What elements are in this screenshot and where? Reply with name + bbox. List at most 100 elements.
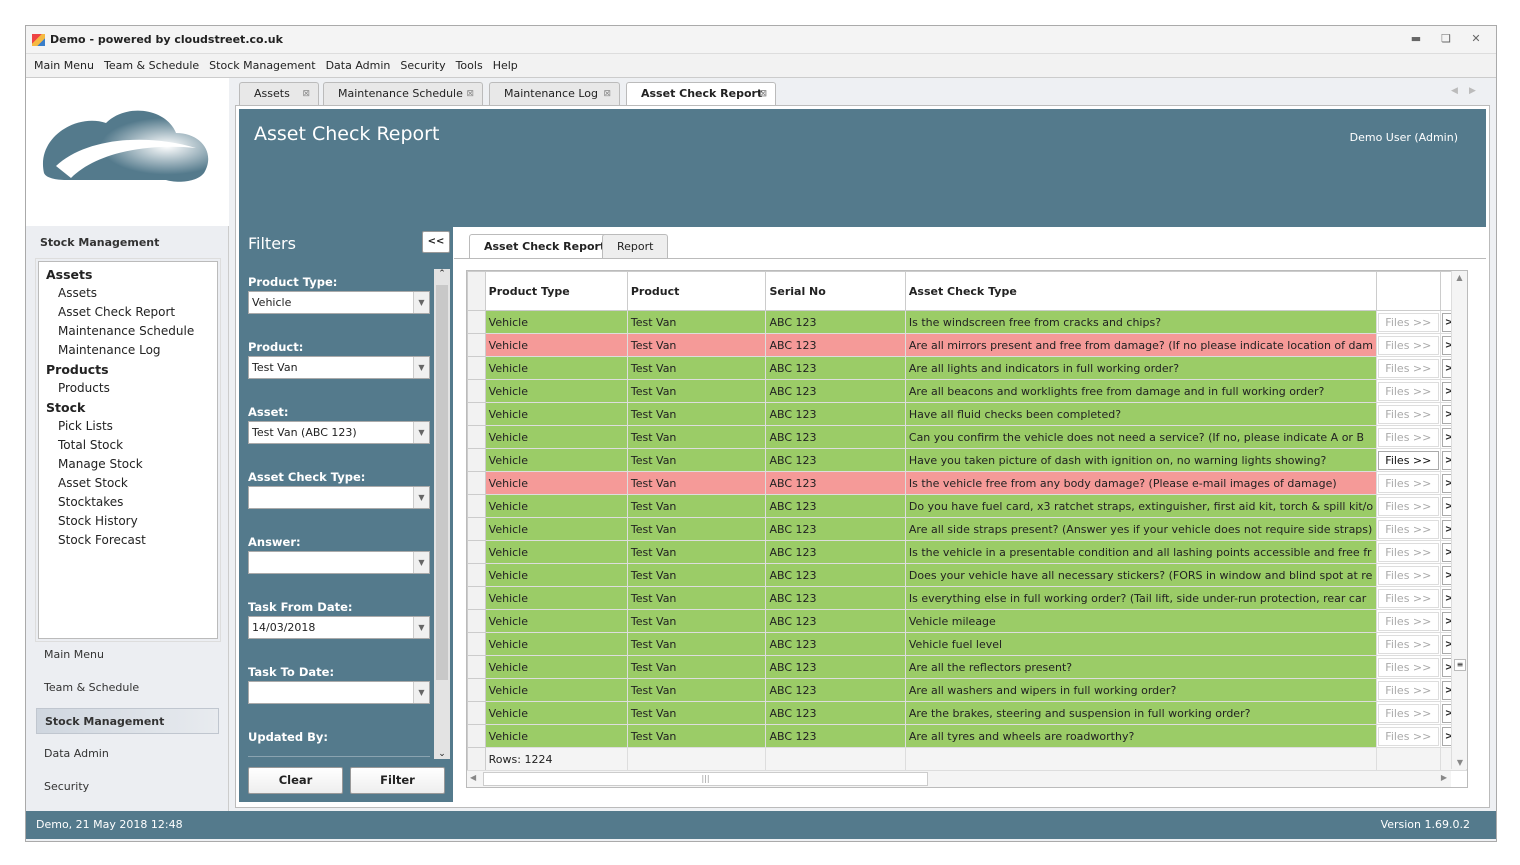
table-row[interactable]: Vehicle Test Van ABC 123 Are all mirrors pr…	[467, 333, 1468, 357]
task-from-date-dropdown[interactable]: 14/03/2018 ▼	[248, 616, 430, 639]
tree-item-manage-stock[interactable]: Manage Stock	[46, 455, 217, 474]
table-row[interactable]: Vehicle Test Van ABC 123 Can you confirm th…	[467, 425, 1468, 449]
minimize-button[interactable]: ▬	[1408, 32, 1424, 46]
files-button[interactable]: Files >>	[1378, 565, 1439, 585]
menu-tools[interactable]: Tools	[451, 54, 488, 78]
files-button[interactable]: Files >>	[1378, 427, 1439, 447]
tab-report[interactable]: Report	[602, 234, 669, 258]
sidebar-nav-main-menu[interactable]: Main Menu	[36, 642, 219, 668]
tree-item-stock-history[interactable]: Stock History	[46, 512, 217, 531]
sidebar-nav-stock-management[interactable]: Stock Management	[36, 708, 219, 734]
tree-item-maintenance-schedule[interactable]: Maintenance Schedule	[46, 322, 217, 341]
close-tab-icon[interactable]: ⊠	[603, 83, 611, 105]
close-tab-icon[interactable]: ⊠	[302, 83, 310, 105]
tree-item-asset-check-report[interactable]: Asset Check Report	[46, 303, 217, 322]
tree-item-products[interactable]: Products	[46, 379, 217, 398]
tree-item-asset-stock[interactable]: Asset Stock	[46, 474, 217, 493]
row-header[interactable]	[467, 333, 486, 357]
column-header-asset-check-type[interactable]: Asset Check Type	[904, 271, 1378, 311]
column-header-product[interactable]: Product	[626, 271, 767, 311]
chevron-down-icon[interactable]: ▼	[413, 682, 429, 703]
tab-asset-check-report[interactable]: Asset Check Report ⊠	[626, 82, 776, 106]
table-row[interactable]: Vehicle Test Van ABC 123 Have you taken pic…	[467, 448, 1468, 472]
grid-vertical-scrollbar[interactable]: ▲ ≡ ▼	[1451, 271, 1467, 769]
close-tab-icon[interactable]: ⊠	[466, 83, 474, 105]
chevron-down-icon[interactable]: ▼	[413, 357, 429, 378]
row-header[interactable]	[467, 471, 486, 495]
menu-security[interactable]: Security	[395, 54, 450, 78]
grid-horizontal-scrollbar[interactable]: ◀ ||| ▶	[467, 770, 1451, 787]
table-row[interactable]: Vehicle Test Van ABC 123 Have all fluid che…	[467, 402, 1468, 426]
row-header[interactable]	[467, 425, 486, 449]
product-type-dropdown[interactable]: Vehicle ▼	[248, 291, 430, 314]
chevron-down-icon[interactable]: ▼	[413, 552, 429, 573]
close-button[interactable]: ✕	[1468, 32, 1484, 46]
restore-button[interactable]: ❏	[1438, 32, 1454, 46]
files-button[interactable]: Files >>	[1378, 519, 1439, 539]
sidebar-nav-security[interactable]: Security	[36, 774, 219, 800]
files-button[interactable]: Files >>	[1378, 657, 1439, 677]
files-button[interactable]: Files >>	[1378, 634, 1439, 654]
menu-stock-management[interactable]: Stock Management	[204, 54, 320, 78]
menu-data-admin[interactable]: Data Admin	[321, 54, 396, 78]
chevron-down-icon[interactable]: ▼	[413, 487, 429, 508]
tree-item-stock-forecast[interactable]: Stock Forecast	[46, 531, 217, 550]
row-header[interactable]	[467, 494, 486, 518]
table-row[interactable]: Vehicle Test Van ABC 123 Is the vehicle in …	[467, 540, 1468, 564]
column-header-product-type[interactable]: Product Type	[484, 271, 628, 311]
column-header-serial-no[interactable]: Serial No	[765, 271, 906, 311]
files-button[interactable]: Files >>	[1378, 611, 1439, 631]
files-button[interactable]: Files >>	[1378, 588, 1439, 608]
row-header[interactable]	[467, 586, 486, 610]
table-row[interactable]: Vehicle Test Van ABC 123 Is everything else…	[467, 586, 1468, 610]
row-header[interactable]	[467, 310, 486, 334]
tree-group-stock[interactable]: Stock	[46, 398, 217, 417]
files-button[interactable]: Files >>	[1378, 335, 1439, 355]
table-row[interactable]: Vehicle Test Van ABC 123 Are all the reflec…	[467, 655, 1468, 679]
tree-group-assets[interactable]: Assets	[46, 265, 217, 284]
tree-item-total-stock[interactable]: Total Stock	[46, 436, 217, 455]
table-row[interactable]: Vehicle Test Van ABC 123 Are all side strap…	[467, 517, 1468, 541]
table-row[interactable]: Vehicle Test Van ABC 123 Does your vehicle …	[467, 563, 1468, 587]
tab-maintenance-schedule[interactable]: Maintenance Schedule ⊠	[323, 82, 483, 105]
files-button[interactable]: Files >>	[1378, 312, 1439, 332]
files-button[interactable]: Files >>	[1378, 473, 1439, 493]
table-row[interactable]: Vehicle Test Van ABC 123 Are the brakes, st…	[467, 701, 1468, 725]
row-header[interactable]	[467, 632, 486, 656]
files-button[interactable]: Files >>	[1378, 680, 1439, 700]
files-button[interactable]: Files >>	[1378, 726, 1439, 746]
chevron-down-icon[interactable]: ▼	[413, 422, 429, 443]
filters-scrollbar[interactable]: ⌃ ⌄	[434, 269, 450, 759]
tree-item-pick-lists[interactable]: Pick Lists	[46, 417, 217, 436]
row-header[interactable]	[467, 563, 486, 587]
menu-help[interactable]: Help	[488, 54, 523, 78]
row-header[interactable]	[467, 448, 486, 472]
table-row[interactable]: Vehicle Test Van ABC 123 Are all washers an…	[467, 678, 1468, 702]
files-button[interactable]: Files >>	[1378, 358, 1439, 378]
tree-item-assets[interactable]: Assets	[46, 284, 217, 303]
collapse-filters-button[interactable]: <<	[422, 231, 450, 253]
sidebar-nav-data-admin[interactable]: Data Admin	[36, 741, 219, 767]
table-row[interactable]: Vehicle Test Van ABC 123 Are all beacons an…	[467, 379, 1468, 403]
close-tab-icon[interactable]: ⊠	[759, 83, 767, 105]
row-header[interactable]	[467, 356, 486, 380]
files-button[interactable]: Files >>	[1378, 542, 1439, 562]
row-header[interactable]	[467, 517, 486, 541]
files-button[interactable]: Files >>	[1378, 703, 1439, 723]
menu-main-menu[interactable]: Main Menu	[29, 54, 99, 78]
tree-item-maintenance-log[interactable]: Maintenance Log	[46, 341, 217, 360]
table-row[interactable]: Vehicle Test Van ABC 123 Is the vehicle fre…	[467, 471, 1468, 495]
clear-button[interactable]: Clear	[248, 767, 343, 794]
sidebar-nav-team-schedule[interactable]: Team & Schedule	[36, 675, 219, 701]
row-header[interactable]	[467, 655, 486, 679]
files-button[interactable]: Files >>	[1378, 381, 1439, 401]
chevron-down-icon[interactable]: ▼	[413, 292, 429, 313]
files-button[interactable]: Files >>	[1378, 404, 1439, 424]
row-header[interactable]	[467, 379, 486, 403]
tab-scroll-right-icon[interactable]: ▶	[1469, 86, 1476, 96]
tree-group-products[interactable]: Products	[46, 360, 217, 379]
tree-item-stocktakes[interactable]: Stocktakes	[46, 493, 217, 512]
row-header[interactable]	[467, 701, 486, 725]
tab-maintenance-log[interactable]: Maintenance Log ⊠	[489, 82, 620, 105]
row-header[interactable]	[467, 540, 486, 564]
